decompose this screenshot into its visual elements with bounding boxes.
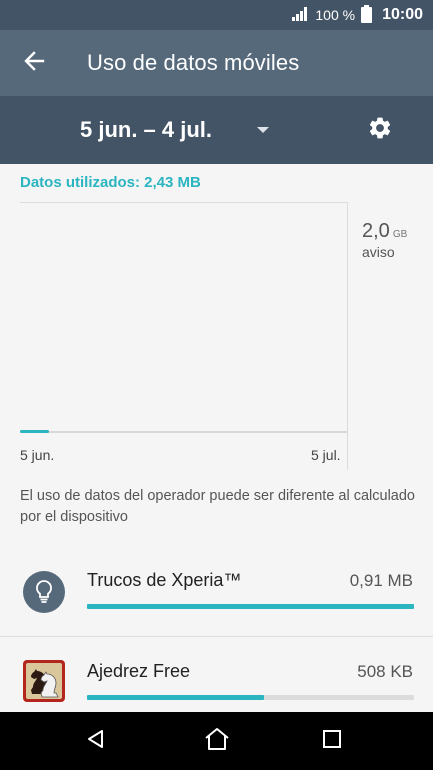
gear-icon: [367, 115, 393, 146]
chart-baseline: [20, 431, 347, 433]
nav-recents-icon: [321, 728, 343, 755]
nav-recents-button[interactable]: [312, 721, 352, 761]
chart-top-gridline: [20, 202, 347, 203]
nav-back-icon: [85, 728, 107, 755]
signal-icon: [291, 6, 309, 25]
period-dropdown[interactable]: 5 jun. – 4 jul.: [80, 110, 269, 150]
warning-unit: GB: [392, 229, 408, 240]
battery-icon: [361, 4, 373, 26]
nav-home-button[interactable]: [197, 721, 237, 761]
app-usage-fill: [87, 604, 414, 609]
data-used-summary: Datos utilizados: 2,43 MB: [20, 174, 201, 191]
app-data-size: 508 KB: [357, 662, 413, 681]
status-time: 10:00: [382, 6, 423, 23]
app-name: Trucos de Xperia™: [87, 570, 242, 590]
chess-knight-icon: [22, 659, 66, 703]
battery-percent: 100 %: [315, 7, 356, 23]
axis-start-label[interactable]: 5 jun.: [20, 447, 54, 463]
list-item[interactable]: Ajedrez Free 508 KB: [0, 636, 433, 712]
app-usage-bar: [87, 604, 414, 609]
axis-end-label[interactable]: 5 jul.: [311, 447, 341, 463]
warning-value: 2,0: [362, 220, 390, 242]
warning-label: aviso: [362, 244, 395, 260]
app-usage-fill: [87, 695, 264, 700]
nav-back-button[interactable]: [76, 721, 116, 761]
content: Datos utilizados: 2,43 MB 2,0 GB aviso 5 …: [0, 164, 433, 712]
warning-limit-line[interactable]: [347, 202, 348, 470]
list-item[interactable]: Trucos de Xperia™ 0,91 MB: [0, 554, 433, 630]
app-usage-bar: [87, 695, 414, 700]
nav-home-icon: [203, 727, 231, 756]
app-name: Ajedrez Free: [87, 661, 191, 681]
page-title: Uso de datos móviles: [87, 50, 300, 75]
app-data-size: 0,91 MB: [349, 571, 413, 590]
navigation-bar: [0, 712, 433, 770]
operator-disclaimer: El uso de datos del operador puede ser d…: [20, 488, 415, 525]
usage-line: [20, 430, 49, 433]
triangle-down-icon: [257, 127, 269, 133]
back-button[interactable]: [14, 43, 54, 83]
settings-button[interactable]: [365, 115, 395, 145]
lightbulb-icon: [22, 570, 66, 614]
toolbar: Uso de datos móviles: [0, 30, 433, 96]
period-bar: 5 jun. – 4 jul.: [0, 96, 433, 164]
warning-limit-value: 2,0 GB: [362, 220, 407, 243]
status-bar: 100 % 10:00: [0, 0, 433, 30]
status-indicators: 100 % 10:00: [291, 0, 423, 30]
period-label: 5 jun. – 4 jul.: [80, 117, 213, 142]
arrow-left-icon: [23, 50, 45, 77]
